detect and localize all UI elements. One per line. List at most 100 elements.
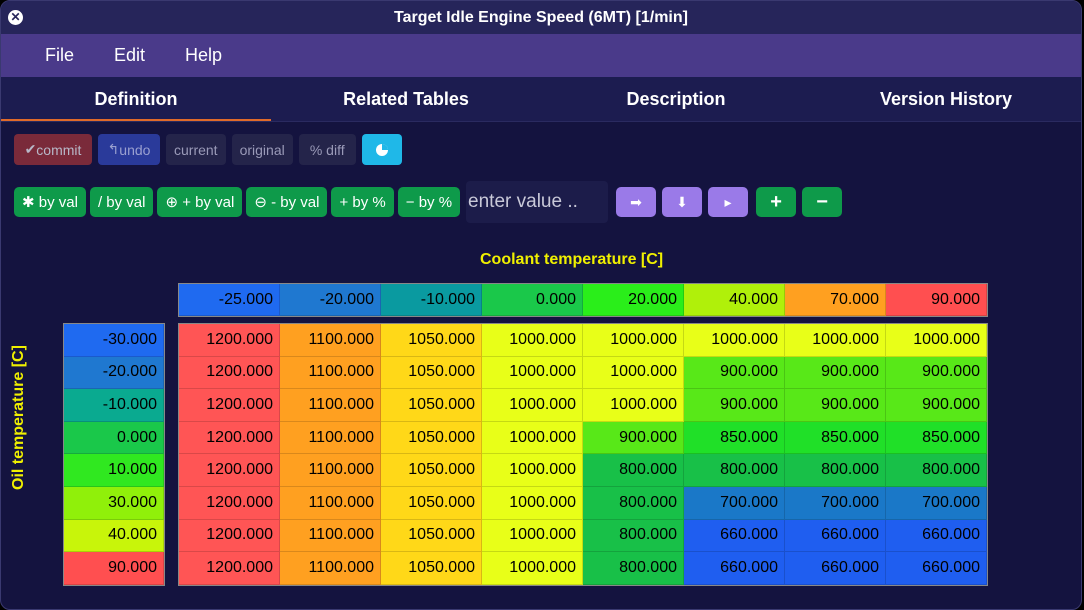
decrement-button[interactable]: − [802, 187, 843, 217]
table-cell[interactable]: 1000.000 [482, 486, 583, 520]
table-cell[interactable]: 1100.000 [280, 552, 381, 585]
table-cell[interactable]: 800.000 [583, 454, 684, 487]
table-cell[interactable]: 1200.000 [179, 519, 280, 553]
table-cell[interactable]: 1050.000 [381, 486, 482, 520]
table-cell[interactable]: 850.000 [785, 421, 886, 455]
table-cell[interactable]: 660.000 [785, 552, 886, 585]
commit-button[interactable]: ✔ commit [14, 134, 92, 165]
x-axis-cell[interactable]: -20.000 [280, 284, 381, 316]
increment-button[interactable]: + [756, 187, 797, 217]
table-cell[interactable]: 900.000 [684, 356, 785, 390]
table-cell[interactable]: 660.000 [785, 519, 886, 553]
table-cell[interactable]: 800.000 [886, 454, 987, 487]
table-cell[interactable]: 900.000 [886, 389, 987, 422]
tab-version-history[interactable]: Version History [811, 77, 1081, 121]
x-axis-cell[interactable]: 90.000 [886, 284, 987, 316]
diff-button[interactable]: % diff [298, 134, 356, 165]
y-axis-cell[interactable]: 90.000 [64, 552, 164, 585]
tab-related-tables[interactable]: Related Tables [271, 77, 541, 121]
table-cell[interactable]: 660.000 [886, 552, 987, 585]
table-cell[interactable]: 1000.000 [482, 421, 583, 455]
y-axis-cell[interactable]: 30.000 [64, 486, 164, 520]
x-axis-cell[interactable]: -10.000 [381, 284, 482, 316]
menu-file[interactable]: File [25, 45, 94, 66]
original-button[interactable]: original [231, 134, 293, 165]
table-cell[interactable]: 900.000 [684, 389, 785, 422]
table-cell[interactable]: 660.000 [886, 519, 987, 553]
table-cell[interactable]: 1200.000 [179, 389, 280, 422]
table-cell[interactable]: 1200.000 [179, 324, 280, 357]
table-cell[interactable]: 1000.000 [583, 324, 684, 357]
table-cell[interactable]: 700.000 [886, 486, 987, 520]
subtract-by-value-button[interactable]: ⊖ - by val [246, 187, 328, 217]
table-cell[interactable]: 1050.000 [381, 519, 482, 553]
table-cell[interactable]: 800.000 [583, 552, 684, 585]
table-cell[interactable]: 1100.000 [280, 389, 381, 422]
table-cell[interactable]: 1050.000 [381, 324, 482, 357]
y-axis-cell[interactable]: 10.000 [64, 454, 164, 487]
y-axis-cell[interactable]: 40.000 [64, 519, 164, 553]
table-cell[interactable]: 900.000 [785, 356, 886, 390]
table-cell[interactable]: 1000.000 [482, 324, 583, 357]
table-cell[interactable]: 850.000 [684, 421, 785, 455]
fill-right-button[interactable]: ➡ [616, 187, 657, 217]
table-cell[interactable]: 1000.000 [482, 552, 583, 585]
table-cell[interactable]: 1000.000 [684, 324, 785, 357]
table-cell[interactable]: 1000.000 [482, 356, 583, 390]
value-input[interactable]: enter value .. [466, 181, 609, 223]
table-cell[interactable]: 800.000 [583, 486, 684, 520]
table-cell[interactable]: 900.000 [886, 356, 987, 390]
table-cell[interactable]: 660.000 [684, 552, 785, 585]
table-cell[interactable]: 660.000 [684, 519, 785, 553]
table-cell[interactable]: 1000.000 [482, 389, 583, 422]
x-axis-cell[interactable]: 70.000 [785, 284, 886, 316]
fill-down-button[interactable]: ⬇ [662, 187, 703, 217]
table-cell[interactable]: 1000.000 [583, 356, 684, 390]
table-cell[interactable]: 800.000 [785, 454, 886, 487]
y-axis-cell[interactable]: -10.000 [64, 389, 164, 422]
table-cell[interactable]: 1200.000 [179, 421, 280, 455]
add-by-value-button[interactable]: ⊕ + by val [157, 187, 243, 217]
table-cell[interactable]: 1000.000 [886, 324, 987, 357]
table-cell[interactable]: 1000.000 [482, 519, 583, 553]
tab-definition[interactable]: Definition [1, 77, 271, 121]
table-cell[interactable]: 1100.000 [280, 454, 381, 487]
table-cell[interactable]: 800.000 [583, 519, 684, 553]
pie-chart-button[interactable] [361, 134, 402, 165]
table-cell[interactable]: 1100.000 [280, 421, 381, 455]
tab-description[interactable]: Description [541, 77, 811, 121]
table-cell[interactable]: 1200.000 [179, 454, 280, 487]
table-cell[interactable]: 700.000 [684, 486, 785, 520]
table-cell[interactable]: 900.000 [583, 421, 684, 455]
menu-edit[interactable]: Edit [94, 45, 165, 66]
table-cell[interactable]: 1000.000 [482, 454, 583, 487]
table-cell[interactable]: 1050.000 [381, 421, 482, 455]
table-cell[interactable]: 800.000 [684, 454, 785, 487]
x-axis-cell[interactable]: 0.000 [482, 284, 583, 316]
table-cell[interactable]: 700.000 [785, 486, 886, 520]
undo-button[interactable]: ↰ undo [98, 134, 160, 165]
close-icon[interactable]: ✕ [8, 10, 23, 25]
y-axis-cell[interactable]: 0.000 [64, 421, 164, 455]
table-cell[interactable]: 850.000 [886, 421, 987, 455]
next-button[interactable]: ▸ [708, 187, 749, 217]
table-cell[interactable]: 1050.000 [381, 552, 482, 585]
table-cell[interactable]: 1100.000 [280, 356, 381, 390]
table-cell[interactable]: 1100.000 [280, 486, 381, 520]
y-axis-cell[interactable]: -30.000 [64, 324, 164, 357]
multiply-by-value-button[interactable]: ✱ by val [14, 187, 86, 217]
table-cell[interactable]: 1200.000 [179, 486, 280, 520]
table-cell[interactable]: 1000.000 [785, 324, 886, 357]
table-cell[interactable]: 1100.000 [280, 324, 381, 357]
table-cell[interactable]: 1200.000 [179, 356, 280, 390]
table-cell[interactable]: 900.000 [785, 389, 886, 422]
divide-by-value-button[interactable]: / by val [89, 187, 154, 217]
subtract-percent-button[interactable]: − by % [397, 187, 461, 217]
table-cell[interactable]: 1000.000 [583, 389, 684, 422]
table-cell[interactable]: 1050.000 [381, 389, 482, 422]
table-cell[interactable]: 1100.000 [280, 519, 381, 553]
add-percent-button[interactable]: + by % [331, 187, 394, 217]
current-button[interactable]: current [166, 134, 226, 165]
table-cell[interactable]: 1050.000 [381, 454, 482, 487]
y-axis-cell[interactable]: -20.000 [64, 356, 164, 390]
